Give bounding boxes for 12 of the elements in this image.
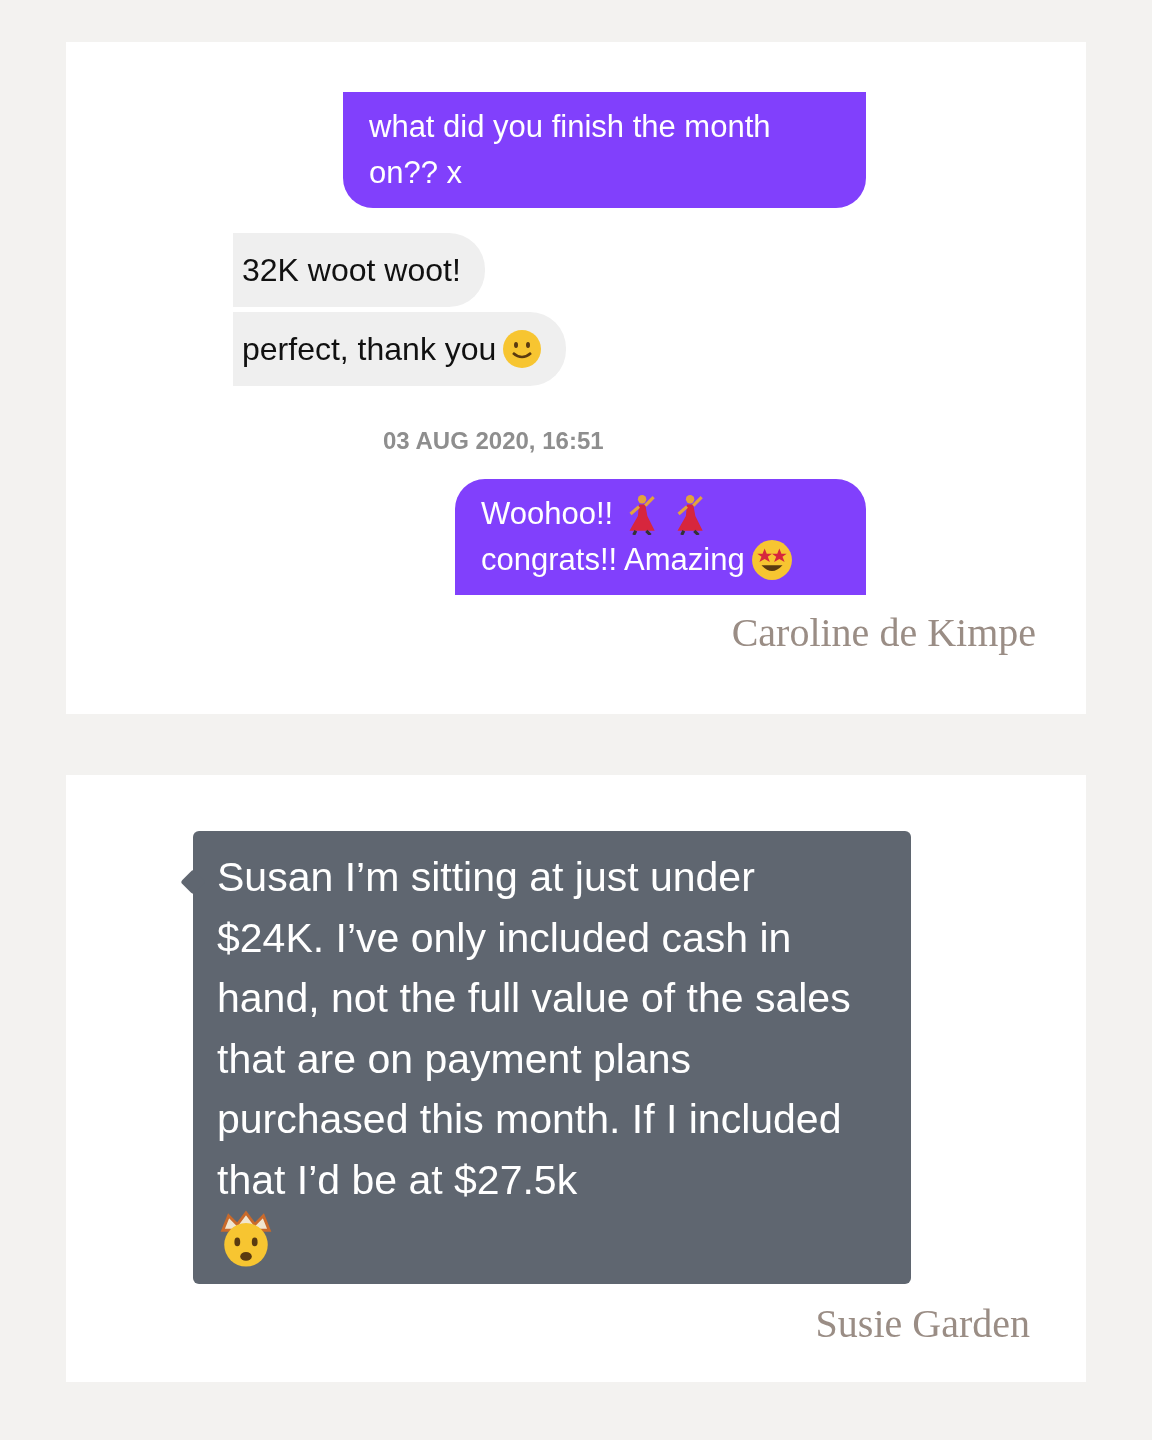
message-text: Woohoo!! <box>481 495 614 533</box>
message-text: what did you finish the month <box>369 108 771 146</box>
star-eyes-face-icon <box>750 539 793 581</box>
signature: Caroline de Kimpe <box>731 609 1036 656</box>
message-text: perfect, thank you <box>242 330 497 369</box>
message-text: on?? x <box>369 154 463 192</box>
message-text: 32K woot woot! <box>242 251 461 290</box>
smiley-icon <box>502 329 543 369</box>
message-text: congrats!! Amazing <box>481 541 745 579</box>
message-text: Susan I’m sitting at just under $24K. I’ve only included cash in hand, not the full value of the sales that are on payment plans purchased this month. If I included that I’d be at $27.5k <box>217 853 852 1205</box>
signature: Susie Garden <box>815 1300 1030 1347</box>
timestamp: 03 AUG 2020, 16:51 <box>383 427 604 455</box>
